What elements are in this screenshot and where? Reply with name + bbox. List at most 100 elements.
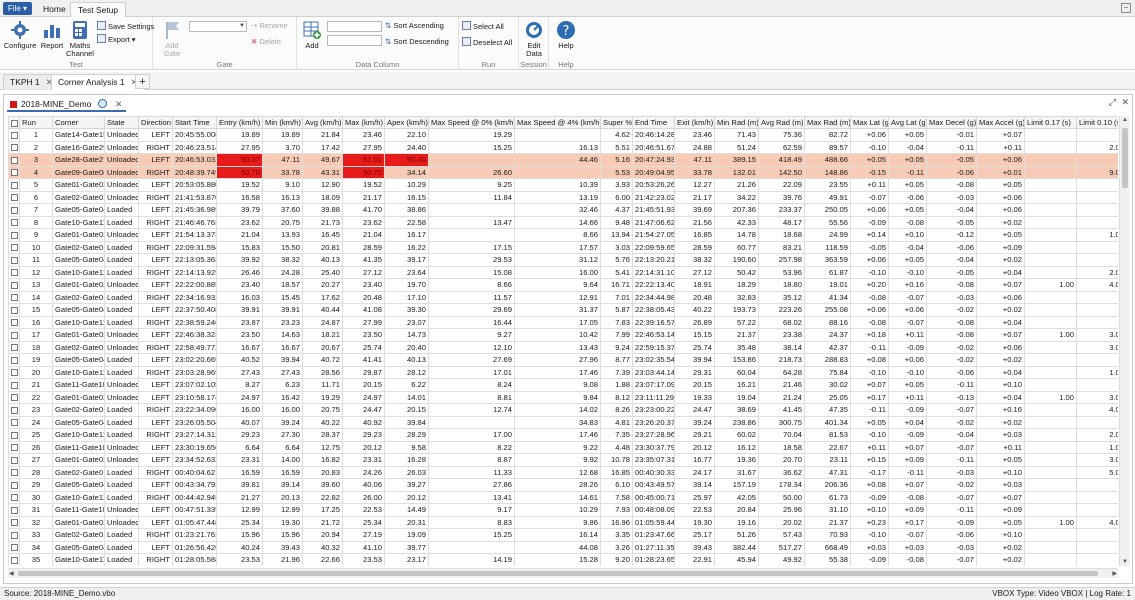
row-checkbox[interactable] [8, 215, 20, 229]
table-row[interactable]: 4 Gate09-Gate08 Unloaded RIGHT 20:48:39.749 5… [8, 165, 1118, 179]
row-checkbox[interactable] [8, 378, 20, 392]
row-checkbox[interactable] [8, 265, 20, 279]
checkbox-icon[interactable] [11, 156, 18, 164]
row-checkbox[interactable] [8, 490, 20, 504]
table-row[interactable]: 18 Gate02-Gate01 Unloaded RIGHT 22:58:49.772… [8, 340, 1118, 354]
scroll-up-icon[interactable]: ▲ [1122, 117, 1128, 123]
gate-select[interactable]: ▼ [189, 21, 247, 32]
checkbox-icon[interactable] [11, 144, 18, 152]
row-checkbox[interactable] [8, 453, 20, 467]
close-icon[interactable]: ✕ [115, 99, 122, 109]
row-checkbox[interactable] [8, 403, 20, 417]
row-checkbox[interactable] [8, 303, 20, 317]
add-column-button[interactable]: Add [300, 20, 324, 50]
checkbox-icon[interactable] [11, 294, 18, 302]
column-header[interactable]: Direction [138, 116, 173, 129]
tab-test-setup[interactable]: Test Setup [70, 2, 127, 17]
table-row[interactable]: 17 Gate01-Gate02 Unloaded LEFT 22:46:38.323 2… [8, 328, 1118, 342]
column-header[interactable]: Limit 0.17 (s) [1024, 116, 1077, 129]
close-icon[interactable]: ✕ [1121, 97, 1129, 108]
checkbox-icon[interactable] [11, 194, 18, 202]
table-row[interactable]: 27 Gate01-Gate02 Unloaded LEFT 23:34:52.632 2… [8, 453, 1118, 467]
table-row[interactable]: 11 Gate05-Gate04 Loaded LEFT 22:13:05.363 39.… [8, 253, 1118, 267]
row-checkbox[interactable] [8, 290, 20, 304]
checkbox-icon[interactable] [11, 481, 18, 489]
column-header[interactable]: Avg Lat (g) [888, 116, 927, 129]
row-checkbox[interactable] [8, 278, 20, 292]
vertical-scroll-thumb[interactable] [1122, 128, 1128, 188]
export-button[interactable]: Export ▾ [97, 34, 136, 45]
row-checkbox[interactable] [8, 128, 20, 142]
column-header[interactable]: Max Decel (g) [926, 116, 977, 129]
row-checkbox[interactable] [8, 428, 20, 442]
column-select-secondary[interactable] [327, 35, 382, 46]
row-checkbox[interactable] [8, 540, 20, 554]
scroll-down-icon[interactable]: ▼ [1122, 559, 1128, 565]
row-checkbox[interactable] [8, 328, 20, 342]
table-row[interactable]: 19 Gate05-Gate04 Loaded LEFT 23:02:20.669 40.… [8, 353, 1118, 367]
checkbox-icon[interactable] [11, 394, 18, 402]
checkbox-icon[interactable] [11, 231, 18, 239]
table-row[interactable]: 32 Gate01-Gate02 Unloaded LEFT 01:05:47.448 2… [8, 515, 1118, 529]
sort-ascending-button[interactable]: ⇅ Sort Ascending [385, 21, 444, 31]
row-checkbox[interactable] [8, 515, 20, 529]
help-button[interactable]: ? Help [554, 20, 578, 50]
select-all-checkbox[interactable] [8, 116, 20, 129]
checkbox-icon[interactable] [11, 344, 18, 352]
table-row[interactable]: 14 Gate02-Gate01 Loaded RIGHT 22:34:16.932 16… [8, 290, 1118, 304]
checkbox-icon[interactable] [11, 319, 18, 327]
checkbox-icon[interactable] [11, 256, 18, 264]
table-row[interactable]: 6 Gate02-Gate01 Unloaded RIGHT 21:41:53.870 1… [8, 190, 1118, 204]
expand-icon[interactable]: ⤢ [1109, 97, 1116, 108]
table-row[interactable]: 21 Gate11-Gate10 Unloaded LEFT 23:07:02.105 8… [8, 378, 1118, 392]
column-header[interactable]: Entry (km/h) [216, 116, 263, 129]
table-row[interactable]: 35 Gate10-Gate11 Loaded RIGHT 01:28:05.588 23… [8, 553, 1118, 566]
table-row[interactable]: 26 Gate11-Gate10 Unloaded LEFT 23:30:19.656 6… [8, 440, 1118, 454]
row-checkbox[interactable] [8, 228, 20, 242]
row-checkbox[interactable] [8, 190, 20, 204]
checkbox-icon[interactable] [11, 281, 18, 289]
checkbox-icon[interactable] [11, 494, 18, 502]
table-row[interactable]: 13 Gate01-Gate02 Unloaded LEFT 22:22:00.885 2… [8, 278, 1118, 292]
checkbox-icon[interactable] [11, 519, 18, 527]
table-row[interactable]: 28 Gate02-Gate01 Loaded RIGHT 00:40:04.621 16… [8, 465, 1118, 479]
row-checkbox[interactable] [8, 415, 20, 429]
checkbox-icon[interactable] [11, 181, 18, 189]
table-row[interactable]: 23 Gate02-Gate01 Loaded RIGHT 23:22:34.096 16… [8, 403, 1118, 417]
table-row[interactable]: 25 Gate10-Gate11 Loaded RIGHT 23:27:14.312 29… [8, 428, 1118, 442]
scroll-left-icon[interactable]: ◀ [9, 570, 14, 577]
column-header[interactable]: Max Speed @ 4% (km/h) [514, 116, 601, 129]
row-checkbox[interactable] [8, 465, 20, 479]
column-header[interactable]: Run [19, 116, 53, 129]
table-row[interactable]: 20 Gate10-Gate11 Loaded RIGHT 23:03:28.969 27… [8, 365, 1118, 379]
row-checkbox[interactable] [8, 240, 20, 254]
table-row[interactable]: 15 Gate05-Gate04 Loaded LEFT 22:37:50.408 39.… [8, 303, 1118, 317]
checkbox-icon[interactable] [11, 356, 18, 364]
table-row[interactable]: 8 Gate10-Gate11 Loaded RIGHT 21:46:46.763 23.… [8, 215, 1118, 229]
checkbox-icon[interactable] [11, 506, 18, 514]
row-checkbox[interactable] [8, 315, 20, 329]
checkbox-icon[interactable] [11, 206, 18, 214]
minimize-ribbon-icon[interactable]: – [1121, 3, 1131, 13]
vertical-scrollbar[interactable]: ▲ ▼ [1119, 116, 1130, 566]
checkbox-icon[interactable] [11, 331, 18, 339]
column-header[interactable]: State [104, 116, 139, 129]
table-row[interactable]: 29 Gate05-Gate04 Loaded LEFT 00:43:34.793 39.… [8, 478, 1118, 492]
table-row[interactable]: 30 Gate10-Gate11 Loaded RIGHT 00:44:42.945 21… [8, 490, 1118, 504]
column-header[interactable]: Min Rad (m) [714, 116, 759, 129]
column-header[interactable]: Max Rad (m) [804, 116, 851, 129]
checkbox-icon[interactable] [11, 219, 18, 227]
row-checkbox[interactable] [8, 340, 20, 354]
row-checkbox[interactable] [8, 365, 20, 379]
add-tab-button[interactable]: + [135, 74, 150, 89]
row-checkbox[interactable] [8, 178, 20, 192]
checkbox-icon[interactable] [11, 531, 18, 539]
column-header[interactable]: Limit 0.10 (s) [1076, 116, 1118, 129]
edit-data-button[interactable]: Edit Data [521, 20, 547, 58]
scroll-right-icon[interactable]: ▶ [1112, 570, 1117, 577]
table-row[interactable]: 22 Gate01-Gate02 Unloaded LEFT 23:10:58.174 2… [8, 390, 1118, 404]
column-header[interactable]: Max Accel (g) [976, 116, 1025, 129]
checkbox-icon[interactable] [11, 306, 18, 314]
checkbox-icon[interactable] [11, 431, 18, 439]
checkbox-icon[interactable] [11, 381, 18, 389]
